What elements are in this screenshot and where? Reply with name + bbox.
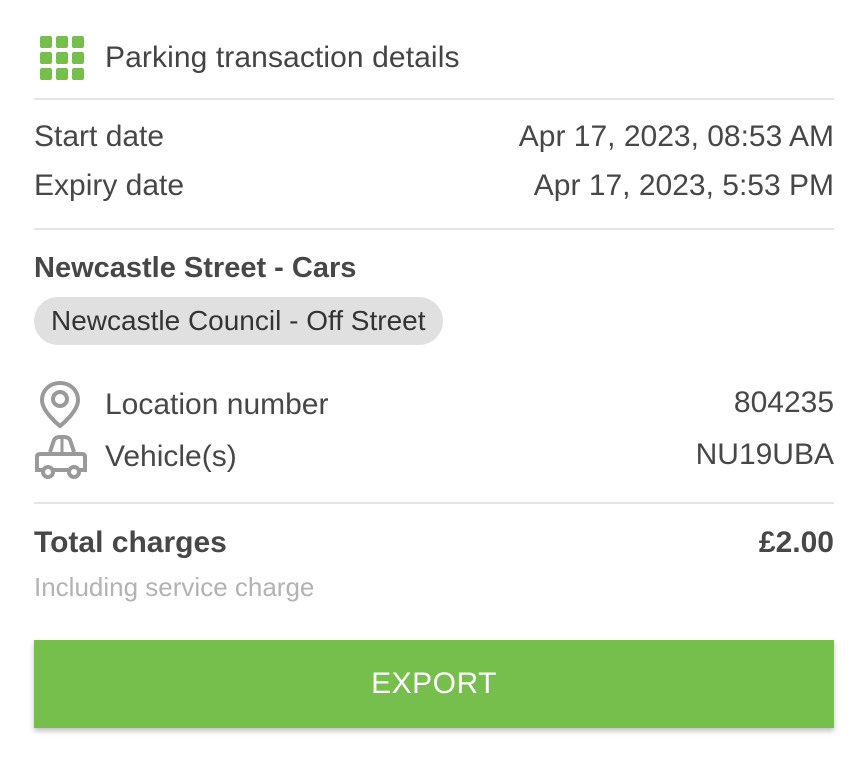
grid-icon [40,36,84,80]
page-title: Parking transaction details [105,41,460,74]
divider [34,502,834,504]
expiry-date-row: Expiry date Apr 17, 2023, 5:53 PM [34,169,834,203]
car-icon [35,435,87,479]
card-header: Parking transaction details [34,30,834,98]
location-pin-icon [39,380,81,429]
location-row: Location number 804235 [34,380,834,430]
vehicle-value: NU19UBA [695,438,834,471]
expiry-date-value: Apr 17, 2023, 5:53 PM [533,169,834,202]
start-date-label: Start date [34,120,165,153]
start-date-row: Start date Apr 17, 2023, 08:53 AM [34,120,834,154]
start-date-value: Apr 17, 2023, 08:53 AM [518,120,834,153]
expiry-date-label: Expiry date [34,169,185,202]
location-label: Location number [105,388,329,421]
total-charges-label: Total charges [34,526,227,559]
service-charge-note: Including service charge [34,572,315,602]
operator-chip: Newcastle Council - Off Street [34,297,443,345]
vehicle-row: Vehicle(s) NU19UBA [34,432,834,482]
zone-name: Newcastle Street - Cars [34,252,357,284]
location-value: 804235 [733,386,834,419]
vehicle-label: Vehicle(s) [105,440,237,473]
divider [34,98,834,100]
export-button[interactable]: EXPORT [34,640,834,728]
total-charges-value: £2.00 [758,526,834,559]
divider [34,228,834,230]
